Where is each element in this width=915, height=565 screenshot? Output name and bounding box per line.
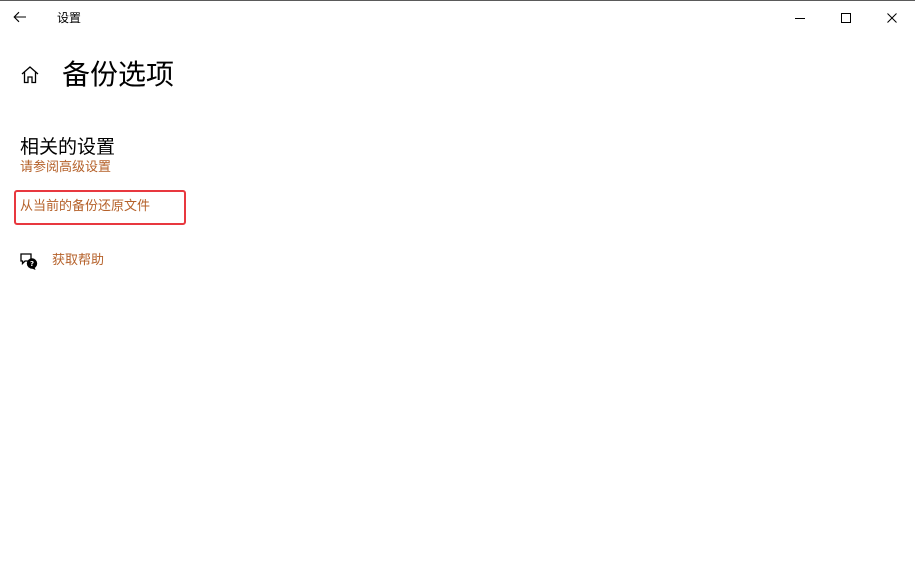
related-settings-heading: 相关的设置 — [20, 136, 116, 158]
back-button[interactable] — [6, 3, 34, 31]
maximize-button[interactable] — [823, 1, 869, 35]
restore-files-link[interactable]: 从当前的备份还原文件 — [20, 198, 150, 216]
page-title: 备份选项 — [62, 58, 175, 91]
maximize-icon — [841, 13, 851, 23]
get-help-link[interactable]: 获取帮助 — [52, 252, 104, 270]
minimize-button[interactable] — [777, 1, 823, 35]
home-icon[interactable] — [19, 64, 41, 86]
close-icon — [887, 13, 897, 23]
advanced-settings-link[interactable]: 请参阅高级设置 — [20, 159, 111, 177]
settings-window: 设置 备份选项 相关的设置 请参阅高级设置 从当前的备份还原文件 ? 获取帮助 — [0, 0, 915, 565]
chat-help-icon[interactable]: ? — [19, 251, 39, 271]
svg-text:?: ? — [30, 260, 34, 268]
window-title: 设置 — [57, 11, 82, 25]
minimize-icon — [795, 18, 805, 19]
close-button[interactable] — [869, 1, 915, 35]
arrow-left-icon — [13, 11, 26, 23]
window-controls — [777, 1, 915, 35]
title-bar: 设置 — [0, 1, 915, 35]
